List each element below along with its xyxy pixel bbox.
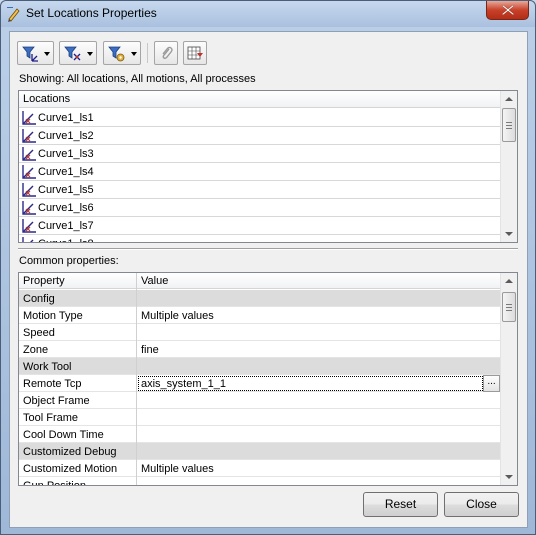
property-row[interactable]: Remote Tcp axis_system_1_1... xyxy=(19,375,500,392)
locations-grid[interactable]: Locations Curve1_ls1 Curve1_ls2 Curve1_ls3… xyxy=(18,90,518,243)
scroll-up-icon[interactable] xyxy=(505,279,513,283)
grid-settings-icon xyxy=(187,46,203,60)
value-column-header[interactable]: Value xyxy=(141,275,168,287)
properties-header: Property Value xyxy=(19,273,500,289)
property-name: Customized Debug xyxy=(23,446,117,458)
property-name: Cool Down Time xyxy=(23,429,104,441)
location-name: Curve1_ls5 xyxy=(38,184,94,196)
toolbar-separator xyxy=(147,43,148,63)
dialog-content: Showing: All locations, All motions, All… xyxy=(9,31,528,528)
property-name: Zone xyxy=(23,344,49,356)
property-row[interactable]: Cool Down Time xyxy=(19,426,500,443)
window-title: Set Locations Properties xyxy=(26,6,157,20)
scroll-down-icon[interactable] xyxy=(505,232,513,236)
locations-column-header[interactable]: Locations xyxy=(19,91,500,108)
property-name: Remote Tcp xyxy=(23,378,82,390)
properties-scrollbar[interactable] xyxy=(500,273,517,485)
close-button[interactable]: Close xyxy=(444,492,519,517)
location-icon xyxy=(22,219,36,233)
property-category-row[interactable]: Customized Debug xyxy=(19,443,500,460)
location-icon xyxy=(22,147,36,161)
property-row[interactable]: Customized Motion Multiple values xyxy=(19,460,500,477)
location-name: Curve1_ls6 xyxy=(38,202,94,214)
property-row[interactable]: Zone fine xyxy=(19,341,500,358)
location-row[interactable]: Curve1_ls8 xyxy=(19,235,500,242)
property-name: Work Tool xyxy=(23,361,72,373)
location-name: Curve1_ls3 xyxy=(38,148,94,160)
property-row[interactable]: Object Frame xyxy=(19,392,500,409)
close-icon xyxy=(502,5,514,15)
location-icon xyxy=(22,201,36,215)
property-category-row[interactable]: Config xyxy=(19,290,500,307)
chevron-down-icon xyxy=(44,52,50,56)
location-icon xyxy=(22,111,36,125)
property-value[interactable]: Multiple values xyxy=(141,463,214,475)
location-row[interactable]: Curve1_ls5 xyxy=(19,181,500,199)
filter-processes-button[interactable] xyxy=(103,41,141,65)
filter-locations-icon xyxy=(22,46,38,62)
property-value[interactable]: fine xyxy=(141,344,159,356)
filter-motions-icon xyxy=(64,46,81,61)
property-name: Object Frame xyxy=(23,395,90,407)
location-row[interactable]: Curve1_ls6 xyxy=(19,199,500,217)
column-divider[interactable] xyxy=(136,273,137,485)
property-value: axis_system_1_1 xyxy=(141,378,226,390)
pane-splitter[interactable] xyxy=(18,248,518,250)
property-row[interactable]: Motion Type Multiple values xyxy=(19,307,500,324)
attach-icon xyxy=(162,46,173,60)
filter-summary-text: Showing: All locations, All motions, All… xyxy=(19,73,256,85)
location-row[interactable]: Curve1_ls4 xyxy=(19,163,500,181)
location-row[interactable]: Curve1_ls1 xyxy=(19,109,500,127)
common-properties-label: Common properties: xyxy=(19,255,119,267)
reset-button[interactable]: Reset xyxy=(363,492,438,517)
property-row[interactable]: Tool Frame xyxy=(19,409,500,426)
scroll-thumb[interactable] xyxy=(502,108,516,142)
property-name: Tool Frame xyxy=(23,412,79,424)
window-close-button[interactable] xyxy=(486,1,529,20)
pencil-icon xyxy=(7,7,20,22)
location-row[interactable]: Curve1_ls7 xyxy=(19,217,500,235)
property-row[interactable]: Speed xyxy=(19,324,500,341)
grid-settings-button[interactable] xyxy=(183,41,207,65)
property-category-row[interactable]: Work Tool xyxy=(19,358,500,375)
location-row[interactable]: Curve1_ls3 xyxy=(19,145,500,163)
property-name: Customized Motion xyxy=(23,463,118,475)
location-name: Curve1_ls8 xyxy=(38,238,94,242)
location-name: Curve1_ls4 xyxy=(38,166,94,178)
dialog-window: Set Locations Properties Showing: All lo… xyxy=(0,0,536,535)
location-icon xyxy=(22,165,36,179)
location-name: Curve1_ls1 xyxy=(38,112,94,124)
property-value[interactable]: Multiple values xyxy=(141,310,214,322)
location-name: Curve1_ls2 xyxy=(38,130,94,142)
property-row[interactable]: Gun Position xyxy=(19,477,500,486)
property-name: Config xyxy=(23,293,55,305)
location-row[interactable]: Curve1_ls2 xyxy=(19,127,500,145)
property-name: Motion Type xyxy=(23,310,83,322)
property-value-editor[interactable]: axis_system_1_1 xyxy=(138,376,483,391)
location-icon xyxy=(22,129,36,143)
attach-button[interactable] xyxy=(154,41,178,65)
property-name: Speed xyxy=(23,327,55,339)
location-icon xyxy=(22,237,34,242)
scroll-thumb[interactable] xyxy=(502,292,516,322)
chevron-down-icon xyxy=(87,52,93,56)
location-icon xyxy=(22,183,36,197)
property-name: Gun Position xyxy=(23,480,86,486)
scroll-down-icon[interactable] xyxy=(505,475,513,479)
location-name: Curve1_ls7 xyxy=(38,220,94,232)
scroll-up-icon[interactable] xyxy=(505,97,513,101)
filter-processes-icon xyxy=(108,46,125,62)
filter-motions-button[interactable] xyxy=(59,41,97,65)
property-column-header[interactable]: Property xyxy=(23,275,65,287)
title-bar[interactable]: Set Locations Properties xyxy=(1,1,535,27)
browse-button[interactable]: ... xyxy=(483,375,500,392)
locations-scrollbar[interactable] xyxy=(500,91,517,242)
properties-grid[interactable]: Property Value Config Motion Type Multiple… xyxy=(18,272,518,486)
chevron-down-icon xyxy=(131,52,137,56)
filter-locations-button[interactable] xyxy=(17,41,54,65)
